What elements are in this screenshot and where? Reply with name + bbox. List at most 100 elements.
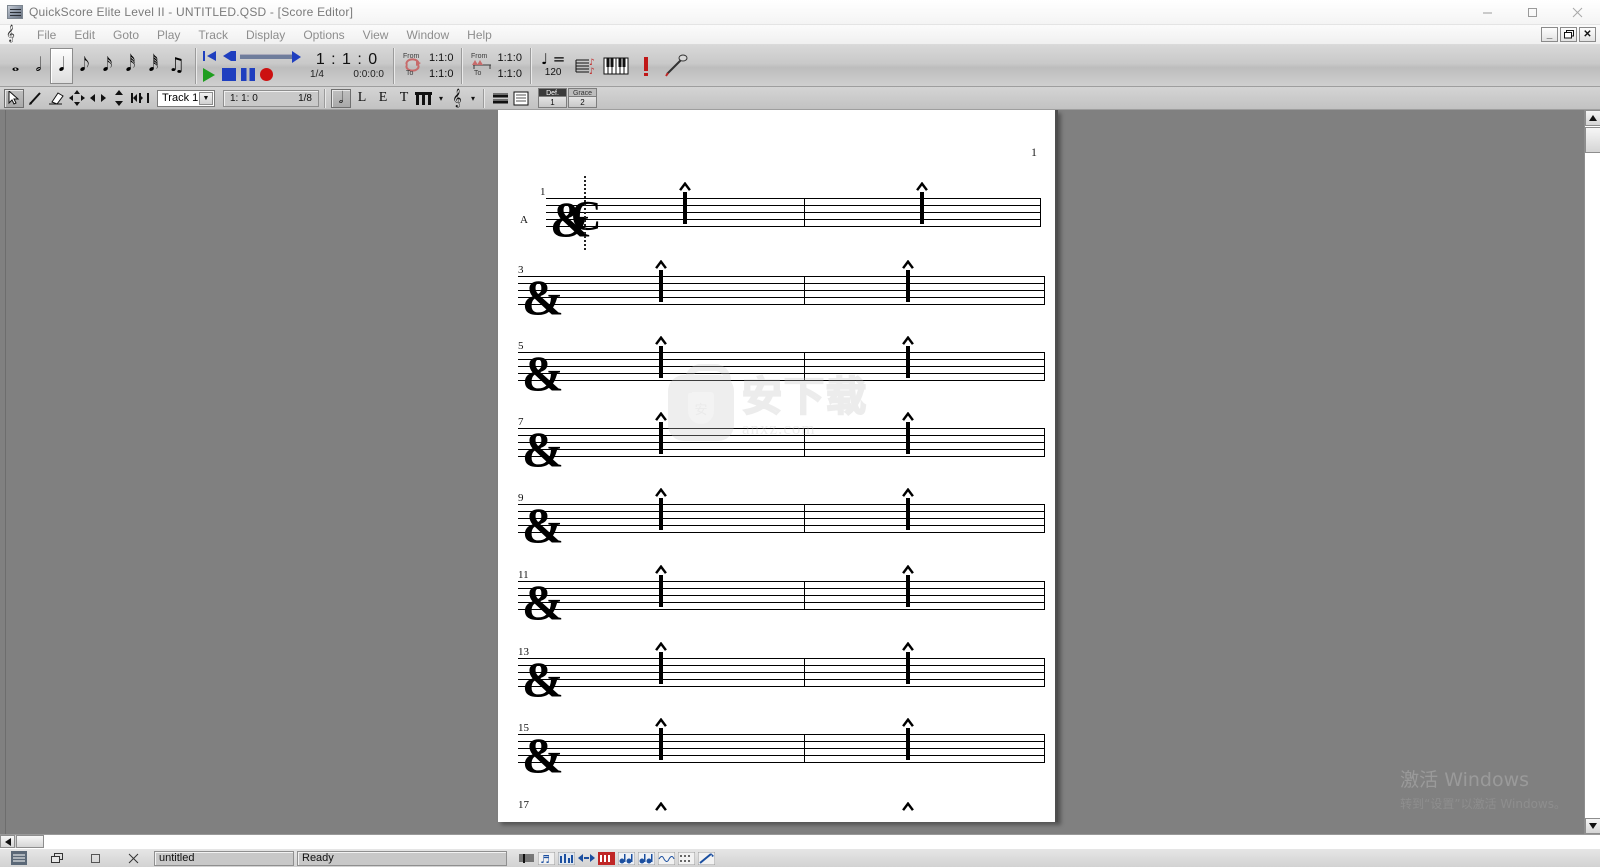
step-back-icon[interactable] [222, 50, 236, 64]
drum-editor-icon[interactable] [638, 851, 655, 866]
pause-button[interactable] [241, 68, 256, 81]
mdi-restore-button[interactable] [1560, 27, 1577, 42]
staff[interactable] [518, 734, 1045, 763]
audio-window-icon[interactable] [658, 851, 675, 866]
staff[interactable] [546, 198, 1041, 227]
note-duration-button[interactable]: 𝅗𝅥 [331, 88, 351, 108]
list-view-button[interactable] [511, 89, 531, 108]
note-duration-sixtyfourth[interactable]: 𝅘𝅥𝅱 [142, 48, 165, 84]
vertical-scroll-track[interactable] [1585, 154, 1600, 817]
note-duration-half[interactable]: 𝅗𝅥 [27, 48, 50, 84]
expression-tool-button[interactable]: E [373, 89, 393, 108]
tempo-map-icon[interactable] [598, 851, 615, 866]
punch-from-value[interactable]: 1:1:0 [497, 52, 521, 64]
menu-item-help[interactable]: Help [458, 26, 501, 44]
mdi-close-button[interactable]: ✕ [1579, 27, 1596, 42]
controller-window-icon[interactable] [678, 851, 695, 866]
horizontal-move-tool[interactable] [88, 89, 108, 108]
horizontal-scroll-thumb[interactable] [16, 835, 44, 848]
menu-item-view[interactable]: View [354, 26, 398, 44]
default-voice-button[interactable]: Def. 1 [538, 88, 567, 108]
note-duration-sixteenth[interactable]: 𝅘𝅥𝅯 [96, 48, 119, 84]
beam-dropdown-arrow[interactable]: ▾ [436, 89, 446, 108]
rewind-to-start-icon[interactable] [203, 50, 218, 64]
eraser-tool[interactable] [46, 89, 66, 108]
document-clef-icon[interactable] [5, 24, 21, 43]
menu-item-file[interactable]: File [28, 26, 65, 44]
loop-to-value[interactable]: 1:1:0 [429, 68, 453, 80]
mixer-window-icon[interactable] [558, 851, 575, 866]
treble-clef[interactable]: & [522, 500, 564, 550]
note-duration-eighth[interactable]: 𝅘𝅥𝅮 [73, 48, 96, 84]
horizontal-scrollbar[interactable] [0, 834, 1600, 848]
restore-window-icon[interactable] [38, 849, 76, 867]
scroll-up-button[interactable] [1585, 110, 1600, 126]
treble-clef[interactable]: & [522, 577, 564, 627]
text-tool-button[interactable]: T [394, 89, 414, 108]
treble-clef[interactable]: & [522, 272, 564, 322]
beam-tool-button[interactable] [415, 89, 435, 108]
loop-from-value[interactable]: 1:1:0 [429, 52, 453, 64]
minimize-button[interactable] [1465, 0, 1510, 25]
staff[interactable] [518, 504, 1045, 533]
cursor-position-field[interactable]: 1: 1: 0 1/8 [223, 89, 319, 107]
record-button[interactable] [260, 68, 275, 81]
score-editor-icon[interactable] [518, 851, 535, 866]
staff[interactable] [518, 428, 1045, 457]
punch-to-value[interactable]: 1:1:0 [497, 68, 521, 80]
note-duration-whole[interactable]: 𝅝 [4, 48, 27, 84]
punch-in-out-icon[interactable]: From To [471, 50, 493, 81]
app-icon[interactable] [0, 849, 38, 867]
staff-view-button[interactable] [490, 89, 510, 108]
treble-clef[interactable]: & [522, 730, 564, 780]
track-select-dropdown[interactable]: Track 1 ▼ [157, 89, 215, 107]
treble-clef[interactable]: & [522, 424, 564, 474]
staff[interactable] [518, 581, 1045, 610]
stop-button[interactable] [222, 68, 237, 81]
play-button[interactable] [203, 68, 218, 82]
menu-item-play[interactable]: Play [148, 26, 189, 44]
piano-keyboard-button[interactable] [603, 50, 629, 82]
maximize-window-icon[interactable] [76, 849, 114, 867]
split-note-tool[interactable] [130, 89, 150, 108]
grace-voice-button[interactable]: Grace 2 [568, 88, 597, 108]
menu-item-edit[interactable]: Edit [65, 26, 104, 44]
horizontal-scroll-track[interactable] [44, 835, 1600, 848]
note-duration-beamed[interactable]: ♫ [165, 48, 188, 84]
note-duration-thirtysecond[interactable]: 𝅘𝅥𝅰 [119, 48, 142, 84]
close-window-icon[interactable] [114, 849, 152, 867]
vertical-scroll-thumb[interactable] [1585, 127, 1600, 153]
scroll-down-button[interactable] [1585, 818, 1600, 834]
score-canvas[interactable]: 1 1 A & C 3 & 5 & 7 & 9 & 11 & 13 & 15 &… [6, 110, 1600, 834]
close-button[interactable] [1555, 0, 1600, 25]
time-signature[interactable]: C [571, 196, 601, 238]
tempo-control[interactable]: ♩ = 120 [535, 52, 571, 78]
clef-tool-button[interactable]: 𝄞 [447, 88, 467, 108]
pencil-tool[interactable] [25, 89, 45, 108]
menu-item-track[interactable]: Track [189, 26, 237, 44]
note-duration-quarter[interactable]: 𝅘𝅥 [50, 47, 73, 84]
menu-item-window[interactable]: Window [397, 26, 458, 44]
menu-item-goto[interactable]: Goto [104, 26, 148, 44]
loop-icon[interactable]: From To [403, 50, 425, 81]
chevron-down-icon[interactable]: ▼ [199, 91, 213, 105]
playback-range-indicator[interactable] [240, 50, 301, 63]
event-list-icon[interactable] [578, 851, 595, 866]
score-page[interactable]: 1 1 A & C 3 & 5 & 7 & 9 & 11 & 13 & 15 &… [498, 110, 1058, 822]
scroll-left-button[interactable] [0, 835, 15, 848]
staff[interactable] [518, 352, 1045, 381]
vertical-move-tool[interactable] [109, 89, 129, 108]
metronome-button[interactable] [633, 50, 659, 82]
staff[interactable] [518, 658, 1045, 687]
lyric-tool-button[interactable]: L [352, 89, 372, 108]
vertical-scrollbar[interactable] [1584, 110, 1600, 834]
playback-position-display[interactable]: 1 : 1 : 0 1/4 0:0:0:0 [304, 51, 390, 80]
clef-dropdown-arrow[interactable]: ▾ [468, 89, 478, 108]
piano-roll-icon[interactable] [618, 851, 635, 866]
move-tool[interactable] [67, 89, 87, 108]
select-arrow-tool[interactable] [4, 88, 24, 108]
menu-item-options[interactable]: Options [294, 26, 353, 44]
notation-view-button[interactable]: ♪ ♪ [573, 50, 599, 82]
mdi-minimize-button[interactable]: _ [1541, 27, 1558, 42]
staff[interactable] [518, 276, 1045, 305]
